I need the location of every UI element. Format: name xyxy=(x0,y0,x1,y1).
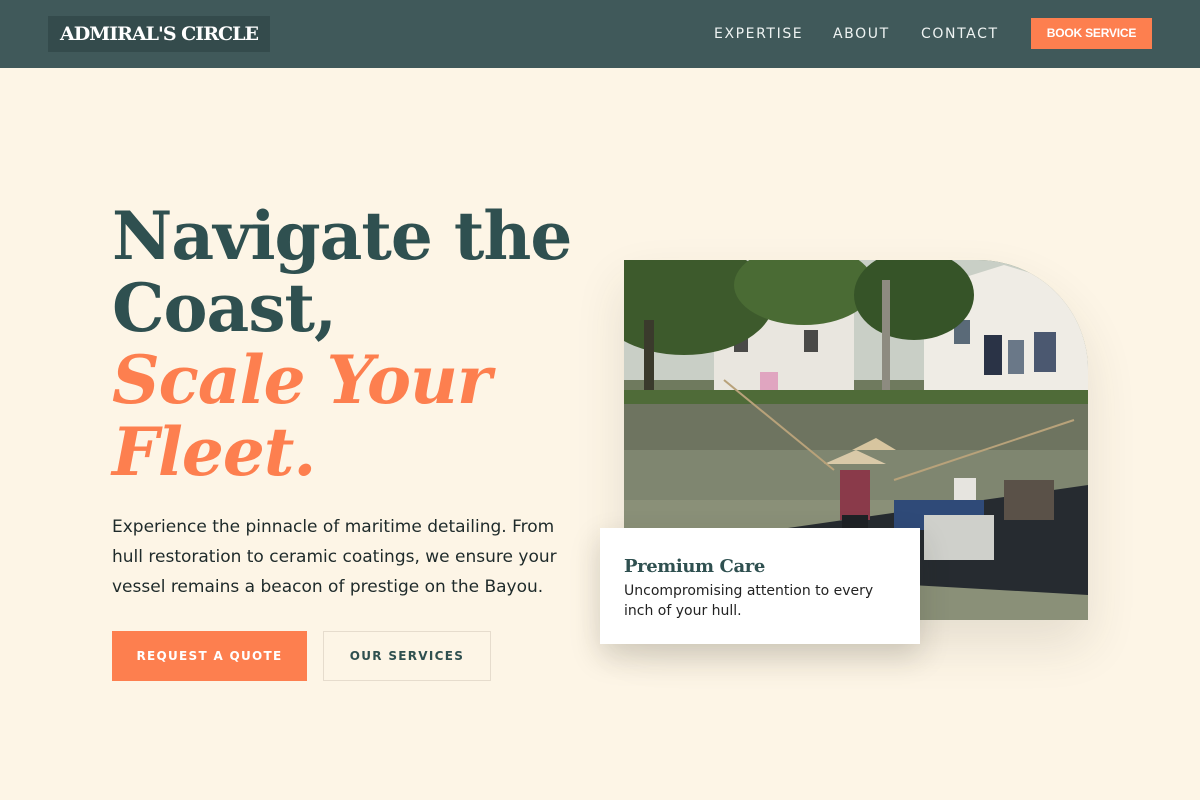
hero-title-accent-line: Fleet. xyxy=(112,413,316,491)
hero-description: Experience the pinnacle of maritime deta… xyxy=(112,517,557,597)
nav-link-expertise[interactable]: EXPERTISE xyxy=(714,24,803,44)
hero-title-line: Coast, xyxy=(112,269,337,347)
hero-title-line: Navigate the xyxy=(112,197,572,275)
request-quote-button[interactable]: REQUEST A QUOTE xyxy=(112,631,307,681)
logo[interactable]: ADMIRAL'S CIRCLE xyxy=(48,16,270,52)
card-title: Premium Care xyxy=(624,556,765,577)
our-services-button[interactable]: OUR SERVICES xyxy=(323,631,491,681)
card-description: Uncompromising attention to every inch o… xyxy=(624,583,874,619)
book-service-button[interactable]: BOOK SERVICE xyxy=(1031,18,1152,49)
nav-link-contact[interactable]: CONTACT xyxy=(921,24,999,44)
hero-title-accent-line: Scale Your xyxy=(112,341,492,419)
premium-care-card: Premium Care Uncompromising attention to… xyxy=(600,528,920,644)
site-header: ADMIRAL'S CIRCLE EXPERTISE ABOUT CONTACT… xyxy=(0,0,1200,68)
nav-link-about[interactable]: ABOUT xyxy=(833,24,890,44)
hero-title: Navigate the Coast, Scale Your Fleet. xyxy=(112,200,592,488)
